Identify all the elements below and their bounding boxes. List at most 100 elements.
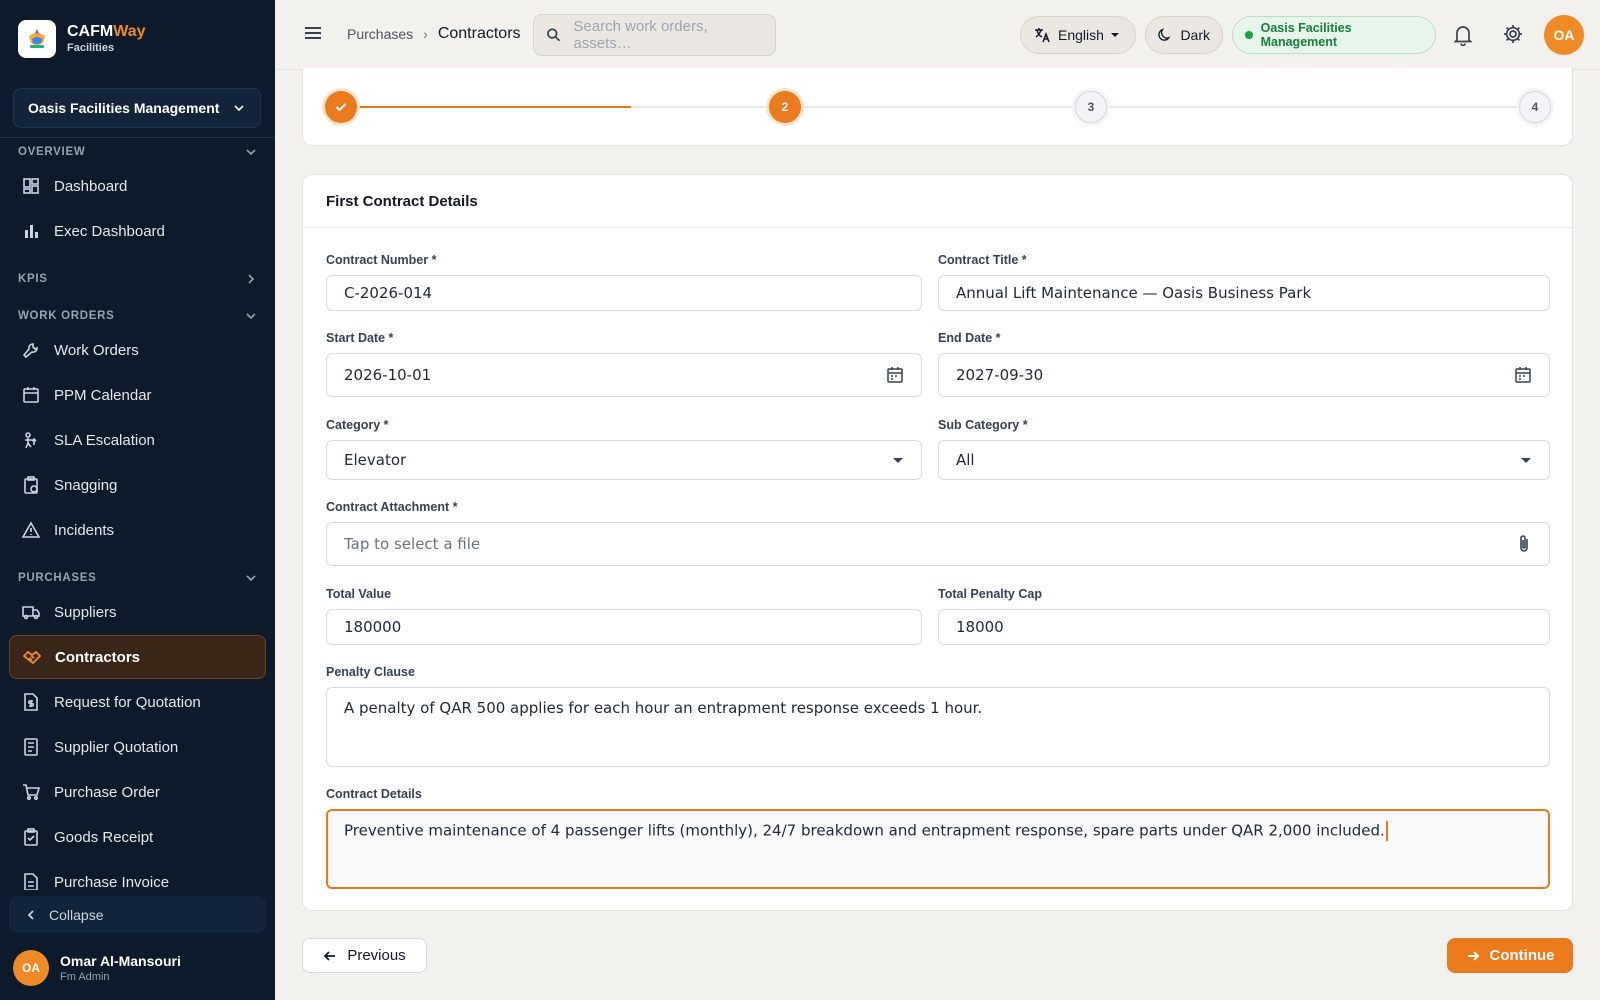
sidebar-item-label: Purchase Order xyxy=(54,783,160,801)
attachment-label: Contract Attachment * xyxy=(326,500,458,514)
step-3[interactable]: 3 xyxy=(1075,91,1107,123)
collapse-button[interactable]: Collapse xyxy=(9,896,266,933)
section-overview[interactable]: OVERVIEW xyxy=(0,141,275,163)
bar-chart-icon xyxy=(21,221,41,241)
org-selector-label: Oasis Facilities Management xyxy=(28,100,220,116)
language-selector[interactable]: English xyxy=(1020,16,1136,54)
sidebar-item-exec-dashboard[interactable]: Exec Dashboard xyxy=(9,209,266,253)
calendar-icon[interactable] xyxy=(886,366,904,384)
sidebar-item-suppliers[interactable]: Suppliers xyxy=(9,590,266,634)
previous-label: Previous xyxy=(347,947,406,964)
breadcrumb-purchases[interactable]: Purchases xyxy=(347,26,413,42)
contract-number-label: Contract Number * xyxy=(326,253,437,267)
step-2[interactable]: 2 xyxy=(769,91,801,123)
menu-toggle-button[interactable] xyxy=(302,22,324,47)
search-input[interactable]: Search work orders, assets… xyxy=(533,14,776,56)
sidebar-item-label: SLA Escalation xyxy=(54,431,155,449)
section-title: OVERVIEW xyxy=(18,146,86,158)
sidebar-item-label: Exec Dashboard xyxy=(54,222,165,240)
total-value-input[interactable]: 180000 xyxy=(326,609,922,645)
sidebar-item-purchase-invoice[interactable]: Purchase Invoice xyxy=(9,860,266,890)
chevron-down-icon xyxy=(246,313,256,320)
breadcrumb: Purchases › Contractors xyxy=(347,25,521,43)
notifications-button[interactable] xyxy=(1453,24,1473,49)
contract-details-text: Preventive maintenance of 4 passenger li… xyxy=(344,821,1388,841)
sidebar-item-supplier-quotation[interactable]: Supplier Quotation xyxy=(9,725,266,769)
category-label: Category * xyxy=(326,418,389,432)
stepper-track-progress xyxy=(341,106,631,108)
theme-toggle[interactable]: Dark xyxy=(1145,16,1223,54)
sidebar-item-work-orders[interactable]: Work Orders xyxy=(9,328,266,372)
cart-icon xyxy=(21,782,41,802)
sidebar-item-snagging[interactable]: Snagging xyxy=(9,463,266,507)
caret-down-icon xyxy=(893,458,903,463)
moon-icon xyxy=(1158,28,1171,41)
section-purchases[interactable]: PURCHASES xyxy=(0,567,275,589)
text-cursor xyxy=(1385,821,1388,841)
brand-subtitle: Facilities xyxy=(67,42,115,54)
org-selector[interactable]: Oasis Facilities Management xyxy=(13,88,261,128)
sub-category-select[interactable]: All xyxy=(938,440,1550,480)
penalty-clause-textarea[interactable]: A penalty of QAR 500 applies for each ho… xyxy=(326,687,1550,767)
step-4[interactable]: 4 xyxy=(1519,91,1551,123)
sidebar-item-label: Dashboard xyxy=(54,177,128,195)
category-select[interactable]: Elevator xyxy=(326,440,922,480)
sidebar-item-label: Contractors xyxy=(55,648,141,666)
contract-number-input[interactable]: C-2026-014 xyxy=(326,275,922,311)
sidebar-item-label: Suppliers xyxy=(54,603,117,621)
penalty-clause-label: Penalty Clause xyxy=(326,665,415,679)
contract-details-value: Preventive maintenance of 4 passenger li… xyxy=(344,821,1385,840)
sidebar: CAFMWay Facilities Oasis Facilities Mana… xyxy=(0,0,275,1000)
dashboard-icon xyxy=(21,176,41,196)
contract-details-textarea[interactable]: Preventive maintenance of 4 passenger li… xyxy=(326,809,1550,889)
sidebar-item-label: Supplier Quotation xyxy=(54,738,179,756)
continue-button[interactable]: Continue xyxy=(1447,938,1573,973)
user-role: Fm Admin xyxy=(60,971,110,983)
section-kpis[interactable]: KPIS xyxy=(0,268,275,290)
sidebar-item-incidents[interactable]: Incidents xyxy=(9,508,266,552)
end-date-input[interactable]: 2027-09-30 xyxy=(938,353,1550,397)
avatar[interactable]: OA xyxy=(1544,15,1584,55)
contract-title-input[interactable]: Annual Lift Maintenance — Oasis Business… xyxy=(938,275,1550,311)
sub-category-value: All xyxy=(956,451,975,469)
previous-button[interactable]: Previous xyxy=(302,938,427,973)
caret-down-icon xyxy=(1110,33,1119,37)
calendar-icon[interactable] xyxy=(1514,366,1532,384)
bell-icon xyxy=(1453,26,1473,47)
clipboard-icon xyxy=(21,475,41,495)
brand[interactable]: CAFMWay Facilities xyxy=(18,20,146,58)
sidebar-item-ppm-calendar[interactable]: PPM Calendar xyxy=(9,373,266,417)
sidebar-item-contractors[interactable]: Contractors xyxy=(9,635,266,679)
sidebar-item-goods-receipt[interactable]: Goods Receipt xyxy=(9,815,266,859)
sidebar-item-dashboard[interactable]: Dashboard xyxy=(9,164,266,208)
section-title: PURCHASES xyxy=(18,572,97,584)
sidebar-item-label: Incidents xyxy=(54,521,115,539)
user-profile[interactable]: OA Omar Al-Mansouri Fm Admin xyxy=(13,950,181,986)
chevron-left-icon xyxy=(27,909,34,920)
continue-label: Continue xyxy=(1489,947,1555,964)
sidebar-item-request-for-quotation[interactable]: Request for Quotation xyxy=(9,680,266,724)
sidebar-nav: OVERVIEW Dashboard Exec Dashboard KPIS W… xyxy=(0,137,275,890)
section-work-orders[interactable]: WORK ORDERS xyxy=(0,305,275,327)
sidebar-item-label: Work Orders xyxy=(54,341,139,359)
chevron-down-icon xyxy=(246,575,256,582)
start-date-value: 2026-10-01 xyxy=(344,366,432,384)
truck-icon xyxy=(21,602,41,622)
settings-button[interactable] xyxy=(1502,23,1524,48)
brand-name: CAFMWay xyxy=(67,23,146,40)
sidebar-item-sla-escalation[interactable]: SLA Escalation xyxy=(9,418,266,462)
sub-category-label: Sub Category * xyxy=(938,418,1028,432)
status-dot-icon xyxy=(1245,31,1253,39)
penalty-clause-value: A penalty of QAR 500 applies for each ho… xyxy=(344,699,983,717)
card-title: First Contract Details xyxy=(303,175,1572,228)
attachment-input[interactable]: Tap to select a file xyxy=(326,522,1550,566)
theme-label: Dark xyxy=(1180,27,1210,43)
org-status-badge[interactable]: Oasis Facilities Management xyxy=(1232,16,1436,54)
start-date-input[interactable]: 2026-10-01 xyxy=(326,353,922,397)
step-1-completed[interactable] xyxy=(325,91,357,123)
penalty-cap-value: 18000 xyxy=(956,618,1004,636)
clipboard-check-icon xyxy=(21,827,41,847)
sidebar-item-purchase-order[interactable]: Purchase Order xyxy=(9,770,266,814)
sidebar-item-label: Snagging xyxy=(54,476,118,494)
penalty-cap-input[interactable]: 18000 xyxy=(938,609,1550,645)
